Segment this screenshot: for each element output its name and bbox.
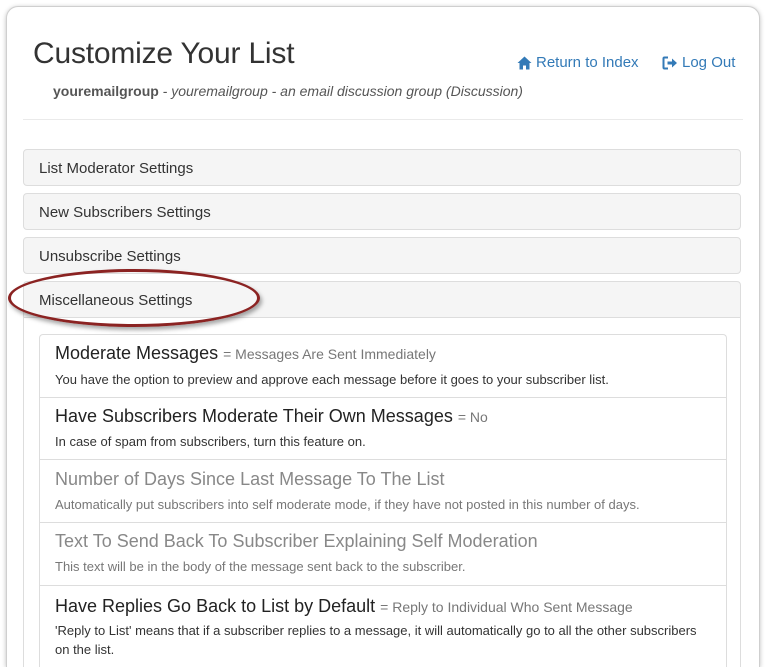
panel-title: List Moderator Settings	[39, 160, 194, 177]
panel-title: New Subscribers Settings	[39, 204, 211, 221]
page-title: Customize Your List	[33, 37, 295, 70]
log-out-icon	[662, 56, 678, 70]
setting-title: Have Subscribers Moderate Their Own Mess…	[55, 406, 488, 427]
setting-value: = No	[457, 409, 488, 425]
setting-title: Text To Send Back To Subscriber Explaini…	[55, 531, 538, 551]
panel-title: Unsubscribe Settings	[39, 248, 181, 265]
setting-title: Moderate Messages = Messages Are Sent Im…	[55, 343, 436, 364]
panel-new-subscribers-settings[interactable]: New Subscribers Settings	[23, 193, 741, 230]
setting-title: Number of Days Since Last Message To The…	[55, 469, 445, 489]
list-name: youremailgroup	[53, 83, 159, 99]
setting-days-since-last-message[interactable]: Number of Days Since Last Message To The…	[40, 460, 726, 523]
settings-list: Moderate Messages = Messages Are Sent Im…	[39, 334, 727, 667]
setting-value: = Messages Are Sent Immediately	[223, 346, 436, 362]
setting-moderate-messages[interactable]: Moderate Messages = Messages Are Sent Im…	[40, 335, 726, 398]
return-to-index-link[interactable]: Return to Index	[517, 54, 639, 71]
setting-subscribers-self-moderate[interactable]: Have Subscribers Moderate Their Own Mess…	[40, 397, 726, 460]
setting-description: 'Reply to List' means that if a subscrib…	[55, 623, 697, 657]
setting-title: Have Replies Go Back to List by Default …	[55, 596, 633, 617]
setting-replies-default[interactable]: Have Replies Go Back to List by Default …	[40, 586, 726, 667]
page-header: Customize Your List youremailgroup - you…	[7, 7, 759, 119]
setting-title-text: Have Replies Go Back to List by Default	[55, 596, 376, 616]
setting-description: This text will be in the body of the mes…	[55, 559, 466, 574]
list-subtitle: youremailgroup - youremailgroup - an ema…	[53, 83, 523, 99]
setting-description: You have the option to preview and appro…	[55, 372, 609, 387]
setting-value: = Reply to Individual Who Sent Message	[380, 599, 633, 615]
panel-unsubscribe-settings[interactable]: Unsubscribe Settings	[23, 237, 741, 274]
setting-title-text: Moderate Messages	[55, 343, 219, 363]
home-icon	[517, 56, 532, 70]
panel-title: Miscellaneous Settings	[39, 292, 193, 309]
header-divider	[23, 119, 743, 120]
log-out-link[interactable]: Log Out	[662, 54, 735, 71]
setting-description: In case of spam from subscribers, turn t…	[55, 434, 366, 449]
setting-title-text: Have Subscribers Moderate Their Own Mess…	[55, 406, 453, 426]
setting-self-moderation-text[interactable]: Text To Send Back To Subscriber Explaini…	[40, 523, 726, 586]
panel-miscellaneous-settings[interactable]: Miscellaneous Settings	[23, 281, 741, 318]
list-description: - youremailgroup - an email discussion g…	[158, 83, 523, 99]
panel-list-moderator-settings[interactable]: List Moderator Settings	[23, 149, 741, 186]
log-out-label: Log Out	[682, 54, 736, 71]
return-to-index-label: Return to Index	[536, 54, 639, 71]
setting-description: Automatically put subscribers into self …	[55, 497, 640, 512]
app-window: Customize Your List youremailgroup - you…	[6, 6, 760, 667]
